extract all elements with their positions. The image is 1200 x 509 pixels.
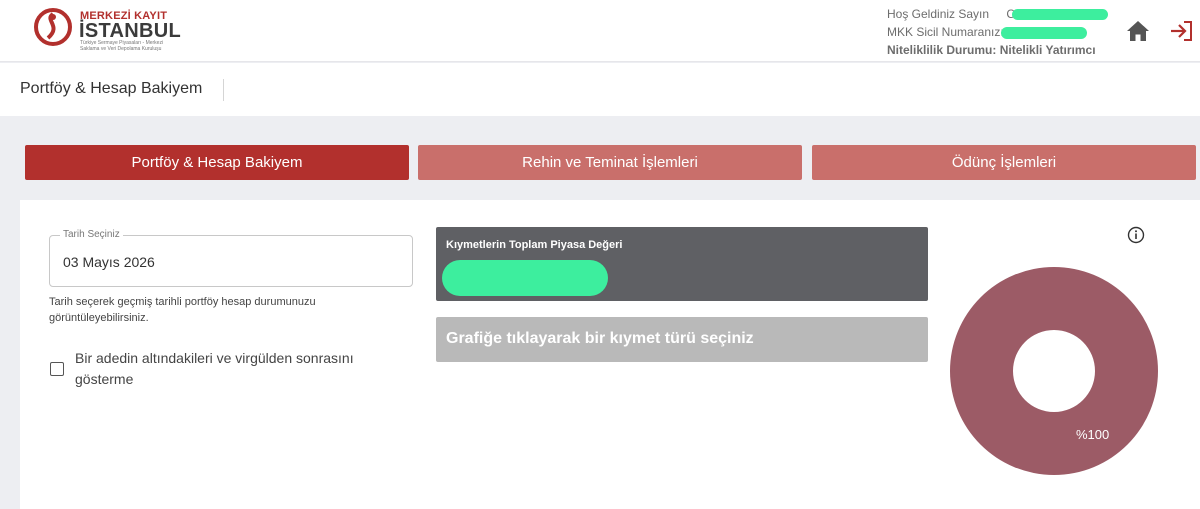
- donut-data-label: %100: [1076, 427, 1110, 442]
- title-divider: [223, 79, 224, 101]
- sicil-label: MKK Sicil Numaranız:: [887, 25, 1004, 39]
- info-icon[interactable]: [1127, 226, 1145, 244]
- redacted-sicil-number: [1001, 26, 1088, 39]
- asset-type-prompt: Grafiğe tıklayarak bir kıymet türü seçin…: [436, 317, 928, 362]
- tab-pledge-collateral[interactable]: Rehin ve Teminat İşlemleri: [418, 145, 802, 180]
- tab-lending[interactable]: Ödünç İşlemleri: [812, 145, 1196, 180]
- total-market-value-box: Kıymetlerin Toplam Piyasa Değeri: [436, 227, 928, 301]
- date-help-text: Tarih seçerek geçmiş tarihli portföy hes…: [49, 296, 316, 324]
- logo-mark-icon: [34, 8, 72, 46]
- page-title-bar: Portföy & Hesap Bakiyem: [0, 63, 1200, 116]
- redacted-user-name: [1012, 9, 1109, 21]
- logout-icon[interactable]: [1168, 18, 1194, 44]
- logo-subtitle: Türkiye Sermaye Piyasaları - Merkezi Sak…: [80, 40, 164, 52]
- date-value: 03 Mayıs 2026: [63, 254, 155, 270]
- hide-fractions-checkbox[interactable]: [50, 362, 64, 376]
- top-header: MERKEZİ KAYIT İSTANBUL Türkiye Sermaye P…: [0, 0, 1200, 62]
- portfolio-card: Tarih Seçiniz 03 Mayıs 2026 Tarih seçere…: [20, 200, 1200, 509]
- portfolio-donut-chart[interactable]: [950, 267, 1158, 475]
- page-title: Portföy & Hesap Bakiyem: [20, 80, 203, 97]
- total-market-value-title: Kıymetlerin Toplam Piyasa Değeri: [446, 239, 623, 251]
- date-field-label: Tarih Seçiniz: [60, 229, 123, 240]
- date-picker-field[interactable]: Tarih Seçiniz 03 Mayıs 2026: [49, 229, 413, 287]
- donut-slice[interactable]: [950, 267, 1158, 475]
- logo[interactable]: MERKEZİ KAYIT İSTANBUL Türkiye Sermaye P…: [34, 6, 181, 56]
- tab-portfolio-balance[interactable]: Portföy & Hesap Bakiyem: [25, 145, 409, 180]
- asset-type-prompt-text: Grafiğe tıklayarak bir kıymet türü seçin…: [446, 330, 754, 347]
- status-label: Niteliklilik Durumu:: [887, 43, 997, 57]
- welcome-label: Hoş Geldiniz Sayın: [887, 7, 990, 21]
- home-icon[interactable]: [1125, 18, 1151, 44]
- redacted-total-value: [442, 260, 608, 296]
- hide-fractions-label[interactable]: Bir adedin altındakileri ve virgülden so…: [75, 348, 375, 390]
- user-info: Hoş Geldiniz Sayın C MKK Sicil Numaranız…: [887, 5, 1109, 59]
- status-value: Nitelikli Yatırımcı: [999, 43, 1096, 57]
